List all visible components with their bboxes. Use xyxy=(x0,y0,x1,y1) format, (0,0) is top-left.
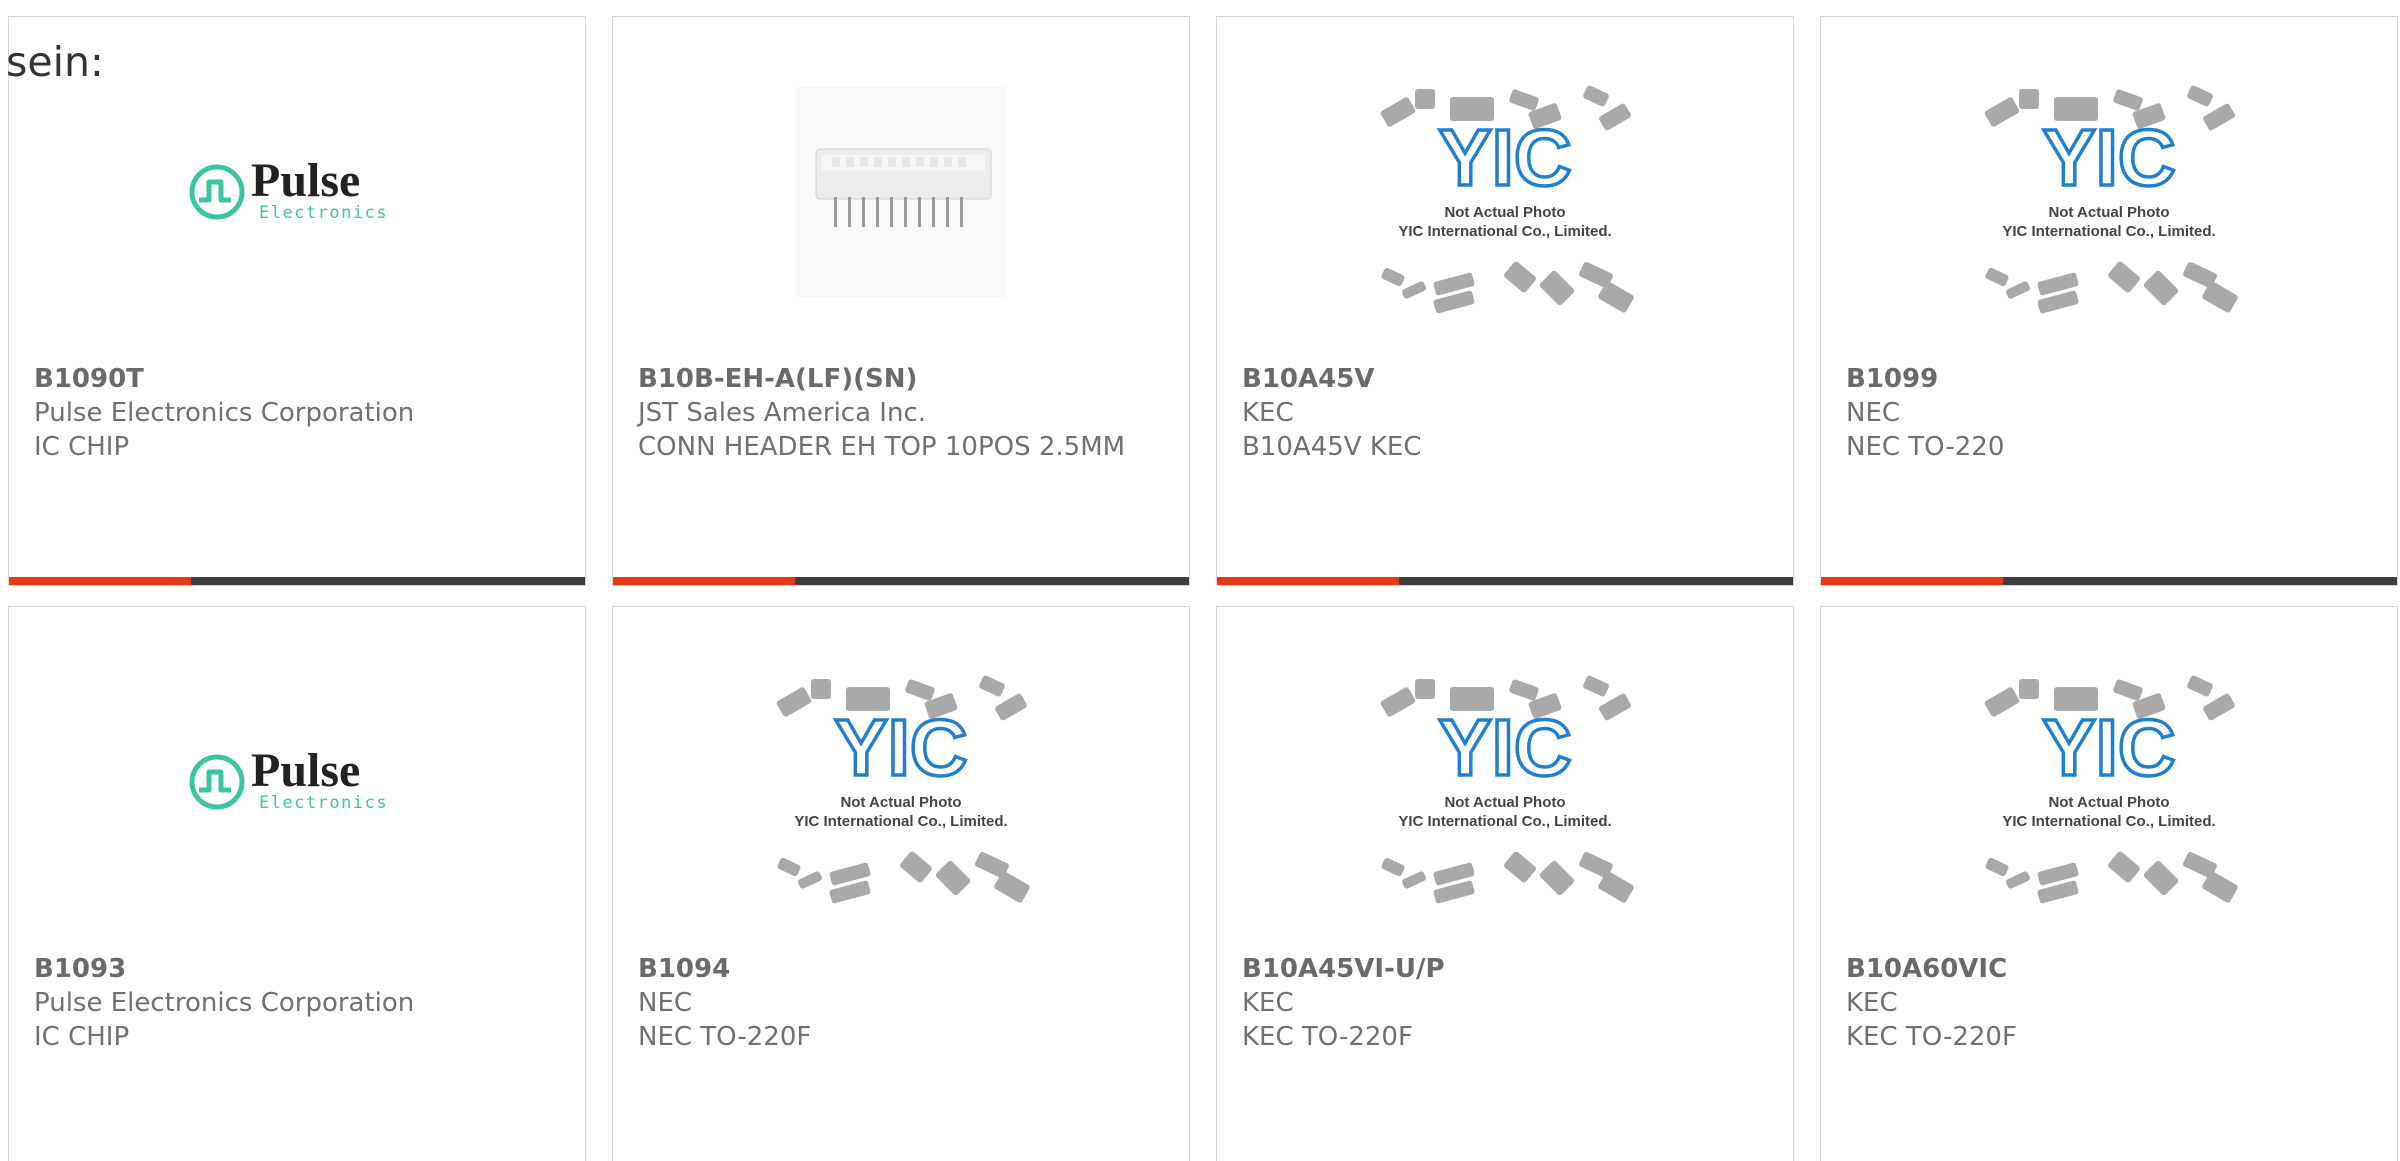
manufacturer: NEC xyxy=(638,988,693,1018)
yic-placeholder-image: YIC Not Actual Photo YIC International C… xyxy=(1217,662,1793,904)
svg-text:Not Actual Photo: Not Actual Photo xyxy=(1444,794,1565,811)
manufacturer: Pulse Electronics Corporation xyxy=(34,398,415,428)
svg-text:YIC International Co., Limited: YIC International Co., Limited. xyxy=(1398,223,1611,240)
yic-placeholder-art: YIC Not Actual Photo YIC International C… xyxy=(1984,675,2238,904)
description: NEC TO-220F xyxy=(638,1022,812,1052)
description: IC CHIP xyxy=(34,1022,130,1052)
svg-text:YIC International Co., Limited: YIC International Co., Limited. xyxy=(794,813,1007,830)
svg-text:YIC International Co., Limited: YIC International Co., Limited. xyxy=(2002,223,2215,240)
svg-text:Not Actual Photo: Not Actual Photo xyxy=(2048,204,2169,221)
yic-placeholder-art: YIC Not Actual Photo YIC International C… xyxy=(1984,85,2238,314)
pulse-logo-art: Pulse Electronics xyxy=(189,154,388,223)
product-card[interactable]: YIC Not Actual Photo YIC International C… xyxy=(1216,606,1794,1161)
part-number[interactable]: B10A45VI-U/P xyxy=(1242,952,1773,986)
yic-placeholder-image: YIC Not Actual Photo YIC International C… xyxy=(1217,72,1793,314)
pulse-logo-art: Pulse Electronics xyxy=(189,744,388,813)
product-card[interactable]: Pulse Electronics B1090T Pulse Electroni… xyxy=(8,16,586,586)
product-card[interactable]: B10B-EH-A(LF)(SN) JST Sales America Inc.… xyxy=(612,16,1190,586)
svg-text:YIC International Co., Limited: YIC International Co., Limited. xyxy=(2002,813,2215,830)
pulse-electronics-logo: Pulse Electronics xyxy=(9,72,585,312)
svg-text:Not Actual Photo: Not Actual Photo xyxy=(1444,204,1565,221)
svg-text:Electronics: Electronics xyxy=(259,793,388,813)
part-number[interactable]: B1093 xyxy=(34,952,565,986)
part-number[interactable]: B10A60VIC xyxy=(1846,952,2377,986)
product-card[interactable]: YIC Not Actual Photo YIC International C… xyxy=(612,606,1190,1161)
heading-fragment: sein: xyxy=(6,38,104,86)
product-card[interactable]: YIC Not Actual Photo YIC International C… xyxy=(1820,606,2398,1161)
svg-text:YIC: YIC xyxy=(2042,113,2175,202)
description: IC CHIP xyxy=(34,432,130,462)
product-card[interactable]: Pulse Electronics B1093 Pulse Electronic… xyxy=(8,606,586,1161)
svg-text:YIC: YIC xyxy=(834,703,967,792)
svg-text:YIC: YIC xyxy=(2042,703,2175,792)
manufacturer: KEC xyxy=(1242,398,1294,428)
part-number[interactable]: B10A45V xyxy=(1242,362,1773,396)
product-card[interactable]: YIC Not Actual Photo YIC International C… xyxy=(1216,16,1794,586)
svg-text:Pulse: Pulse xyxy=(251,744,360,797)
card-accent-bar xyxy=(1821,577,2397,585)
svg-text:Electronics: Electronics xyxy=(259,203,388,223)
manufacturer: Pulse Electronics Corporation xyxy=(34,988,415,1018)
description: KEC TO-220F xyxy=(1242,1022,1413,1052)
description: CONN HEADER EH TOP 10POS 2.5MM xyxy=(638,432,1126,462)
card-accent-bar xyxy=(613,577,1189,585)
manufacturer: KEC xyxy=(1846,988,1898,1018)
pulse-electronics-logo: Pulse Electronics xyxy=(9,662,585,902)
svg-text:Not Actual Photo: Not Actual Photo xyxy=(2048,794,2169,811)
card-accent-bar xyxy=(1217,577,1793,585)
product-grid-page: sein: Pulse Electronics B1090T Pulse Ele… xyxy=(0,0,2400,1161)
product-card[interactable]: YIC Not Actual Photo YIC International C… xyxy=(1820,16,2398,586)
yic-placeholder-image: YIC Not Actual Photo YIC International C… xyxy=(1821,72,2397,314)
manufacturer: KEC xyxy=(1242,988,1294,1018)
description: B10A45V KEC xyxy=(1242,432,1422,462)
yic-placeholder-art: YIC Not Actual Photo YIC International C… xyxy=(1380,675,1634,904)
yic-placeholder-art: YIC Not Actual Photo YIC International C… xyxy=(1380,85,1634,314)
part-number[interactable]: B1090T xyxy=(34,362,565,396)
manufacturer: NEC xyxy=(1846,398,1901,428)
svg-text:Pulse: Pulse xyxy=(251,154,360,207)
connector-photo-frame xyxy=(796,87,1006,297)
svg-text:YIC: YIC xyxy=(1438,113,1571,202)
yic-placeholder-image: YIC Not Actual Photo YIC International C… xyxy=(1821,662,2397,904)
svg-text:YIC: YIC xyxy=(1438,703,1571,792)
connector-product-photo xyxy=(613,72,1189,312)
manufacturer: JST Sales America Inc. xyxy=(638,398,927,428)
connector-art xyxy=(815,148,992,227)
yic-placeholder-art: YIC Not Actual Photo YIC International C… xyxy=(776,675,1030,904)
svg-text:YIC International Co., Limited: YIC International Co., Limited. xyxy=(1398,813,1611,830)
yic-placeholder-image: YIC Not Actual Photo YIC International C… xyxy=(613,662,1189,904)
part-number[interactable]: B10B-EH-A(LF)(SN) xyxy=(638,362,1169,396)
part-number[interactable]: B1099 xyxy=(1846,362,2377,396)
svg-text:Not Actual Photo: Not Actual Photo xyxy=(840,794,961,811)
description: NEC TO-220 xyxy=(1846,432,2005,462)
description: KEC TO-220F xyxy=(1846,1022,2017,1052)
part-number[interactable]: B1094 xyxy=(638,952,1169,986)
card-accent-bar xyxy=(9,577,585,585)
